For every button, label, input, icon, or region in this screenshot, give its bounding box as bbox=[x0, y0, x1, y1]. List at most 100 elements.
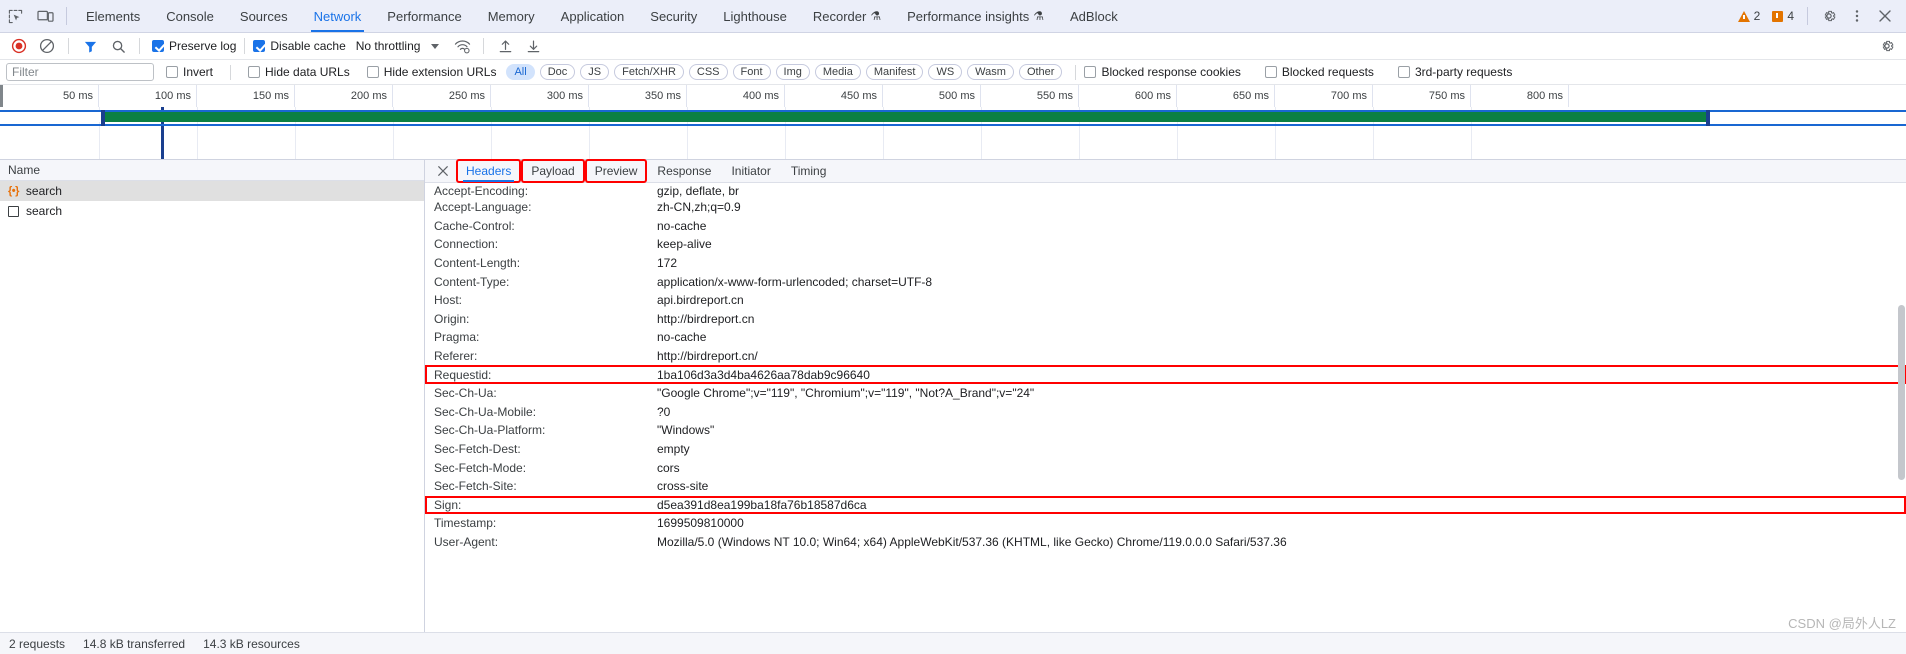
header-row[interactable]: Content-Length: 172 bbox=[425, 254, 1906, 273]
tab-lighthouse[interactable]: Lighthouse bbox=[710, 0, 800, 32]
ruler-tick: 600 ms bbox=[1079, 85, 1177, 107]
header-row[interactable]: Origin: http://birdreport.cn bbox=[425, 310, 1906, 329]
filter-toggle-button[interactable] bbox=[77, 34, 103, 58]
chip-manifest[interactable]: Manifest bbox=[865, 64, 924, 80]
gear-icon[interactable] bbox=[1816, 3, 1842, 29]
detail-tab-initiator[interactable]: Initiator bbox=[722, 160, 779, 182]
selection-left-handle[interactable] bbox=[101, 110, 105, 126]
detail-tab-preview[interactable]: Preview bbox=[584, 159, 648, 183]
close-icon[interactable] bbox=[1872, 3, 1898, 29]
chip-ws[interactable]: WS bbox=[928, 64, 963, 80]
preserve-log-checkbox[interactable]: Preserve log bbox=[152, 39, 236, 53]
header-row[interactable]: Pragma: no-cache bbox=[425, 328, 1906, 347]
clear-button[interactable] bbox=[34, 34, 60, 58]
ruler-tick-label: 350 ms bbox=[644, 90, 681, 102]
detail-tab-response[interactable]: Response bbox=[648, 160, 720, 182]
tab-console[interactable]: Console bbox=[153, 0, 227, 32]
tab-sources[interactable]: Sources bbox=[227, 0, 301, 32]
header-row[interactable]: Sec-Fetch-Site: cross-site bbox=[425, 477, 1906, 496]
warnings-badge[interactable]: 2 bbox=[1733, 9, 1766, 23]
header-row[interactable]: Cache-Control: no-cache bbox=[425, 217, 1906, 236]
header-row[interactable]: Sec-Fetch-Mode: cors bbox=[425, 458, 1906, 477]
tab-adblock[interactable]: AdBlock bbox=[1057, 0, 1131, 32]
chip-all[interactable]: All bbox=[506, 64, 535, 80]
blocked-requests-checkbox[interactable]: Blocked requests bbox=[1264, 65, 1374, 79]
request-headers-list[interactable]: Accept-Encoding: gzip, deflate, br Accep… bbox=[425, 183, 1906, 654]
record-button[interactable] bbox=[6, 34, 32, 58]
tab-elements[interactable]: Elements bbox=[73, 0, 153, 32]
export-har-icon[interactable] bbox=[520, 34, 546, 58]
chip-fetch-xhr[interactable]: Fetch/XHR bbox=[614, 64, 684, 80]
third-party-requests-checkbox[interactable]: 3rd-party requests bbox=[1397, 65, 1512, 79]
header-row[interactable]: Connection: keep-alive bbox=[425, 235, 1906, 254]
tab-application[interactable]: Application bbox=[548, 0, 638, 32]
detail-tab-headers[interactable]: Headers bbox=[455, 159, 522, 183]
search-icon[interactable] bbox=[105, 34, 131, 58]
header-row[interactable]: Sec-Ch-Ua-Platform: "Windows" bbox=[425, 421, 1906, 440]
chip-other[interactable]: Other bbox=[1018, 64, 1063, 80]
header-key: Content-Length: bbox=[434, 256, 521, 271]
ruler-tick: 200 ms bbox=[295, 85, 393, 107]
header-row[interactable]: Timestamp: 1699509810000 bbox=[425, 514, 1906, 533]
chip-wasm[interactable]: Wasm bbox=[967, 64, 1014, 80]
header-row[interactable]: Accept-Encoding: gzip, deflate, br bbox=[425, 184, 1906, 198]
detail-tab-payload[interactable]: Payload bbox=[521, 159, 585, 183]
disable-cache-checkbox[interactable]: Disable cache bbox=[253, 39, 346, 53]
network-conditions-icon[interactable] bbox=[449, 34, 475, 58]
headers-scrollbar[interactable] bbox=[1897, 183, 1906, 654]
invert-checkbox[interactable]: Invert bbox=[166, 65, 213, 79]
import-har-icon[interactable] bbox=[492, 34, 518, 58]
header-row[interactable]: Accept-Language: zh-CN,zh;q=0.9 bbox=[425, 198, 1906, 217]
throttling-select[interactable]: No throttling bbox=[356, 39, 421, 53]
header-value: ?0 bbox=[657, 404, 671, 419]
header-value: zh-CN,zh;q=0.9 bbox=[657, 200, 741, 215]
ruler-tick-label: 400 ms bbox=[742, 90, 779, 102]
header-row-sign[interactable]: Sign: d5ea391d8ea199ba18fa76b18587d6ca bbox=[425, 495, 1906, 515]
json-icon: {•} bbox=[8, 185, 19, 197]
scrollbar-thumb[interactable] bbox=[1898, 305, 1905, 480]
chip-label: All bbox=[514, 66, 527, 78]
chip-css[interactable]: CSS bbox=[688, 64, 728, 80]
ruler-tick-label: 700 ms bbox=[1330, 90, 1367, 102]
detail-tab-timing[interactable]: Timing bbox=[782, 160, 836, 182]
tab-security[interactable]: Security bbox=[637, 0, 710, 32]
tab-performance-insights[interactable]: Performance insights ⚗ bbox=[894, 0, 1057, 32]
tab-recorder[interactable]: Recorder ⚗ bbox=[800, 0, 894, 32]
blocked-response-cookies-checkbox[interactable]: Blocked response cookies bbox=[1084, 65, 1241, 79]
header-row-requestid[interactable]: Requestid: 1ba106d3a3d4ba4626aa78dab9c966… bbox=[425, 365, 1906, 384]
header-row[interactable]: Sec-Ch-Ua: "Google Chrome";v="119", "Chro… bbox=[425, 384, 1906, 403]
selection-right-handle[interactable] bbox=[1706, 110, 1710, 126]
ruler-tick: 250 ms bbox=[393, 85, 491, 107]
hide-extension-urls-checkbox[interactable]: Hide extension URLs bbox=[366, 65, 496, 79]
chip-img[interactable]: Img bbox=[775, 64, 810, 80]
errors-badge[interactable]: 4 bbox=[1767, 9, 1799, 23]
header-row[interactable]: Content-Type: application/x-www-form-urle… bbox=[425, 272, 1906, 291]
chip-js[interactable]: JS bbox=[580, 64, 610, 80]
chevron-down-icon[interactable] bbox=[431, 43, 440, 49]
chip-label: JS bbox=[588, 66, 602, 78]
request-row-search-json[interactable]: {•} search bbox=[0, 181, 424, 201]
close-detail-button[interactable] bbox=[433, 161, 453, 181]
tab-network[interactable]: Network bbox=[301, 0, 375, 32]
header-row[interactable]: Referer: http://birdreport.cn/ bbox=[425, 347, 1906, 366]
chip-font[interactable]: Font bbox=[732, 64, 771, 80]
hide-data-urls-checkbox[interactable]: Hide data URLs bbox=[248, 65, 350, 79]
request-list-header[interactable]: Name bbox=[0, 160, 424, 181]
network-settings-icon[interactable] bbox=[1874, 34, 1900, 58]
inspect-element-icon[interactable] bbox=[0, 0, 30, 32]
chip-media[interactable]: Media bbox=[814, 64, 861, 80]
chip-doc[interactable]: Doc bbox=[539, 64, 576, 80]
tab-performance[interactable]: Performance bbox=[374, 0, 474, 32]
header-row[interactable]: Sec-Ch-Ua-Mobile: ?0 bbox=[425, 403, 1906, 422]
kebab-menu-icon[interactable] bbox=[1844, 3, 1870, 29]
warnings-count: 2 bbox=[1753, 9, 1761, 23]
header-row[interactable]: User-Agent: Mozilla/5.0 (Windows NT 10.0;… bbox=[425, 533, 1906, 552]
header-row[interactable]: Sec-Fetch-Dest: empty bbox=[425, 440, 1906, 459]
detail-tab-label: Initiator bbox=[731, 164, 771, 178]
header-row[interactable]: Host: api.birdreport.cn bbox=[425, 291, 1906, 310]
tab-memory[interactable]: Memory bbox=[475, 0, 548, 32]
request-row-search-doc[interactable]: search bbox=[0, 201, 424, 221]
device-toolbar-icon[interactable] bbox=[30, 0, 60, 32]
filter-input[interactable] bbox=[6, 63, 154, 81]
network-overview-timeline[interactable]: 50 ms 100 ms 150 ms 200 ms 250 ms 300 ms… bbox=[0, 85, 1906, 160]
